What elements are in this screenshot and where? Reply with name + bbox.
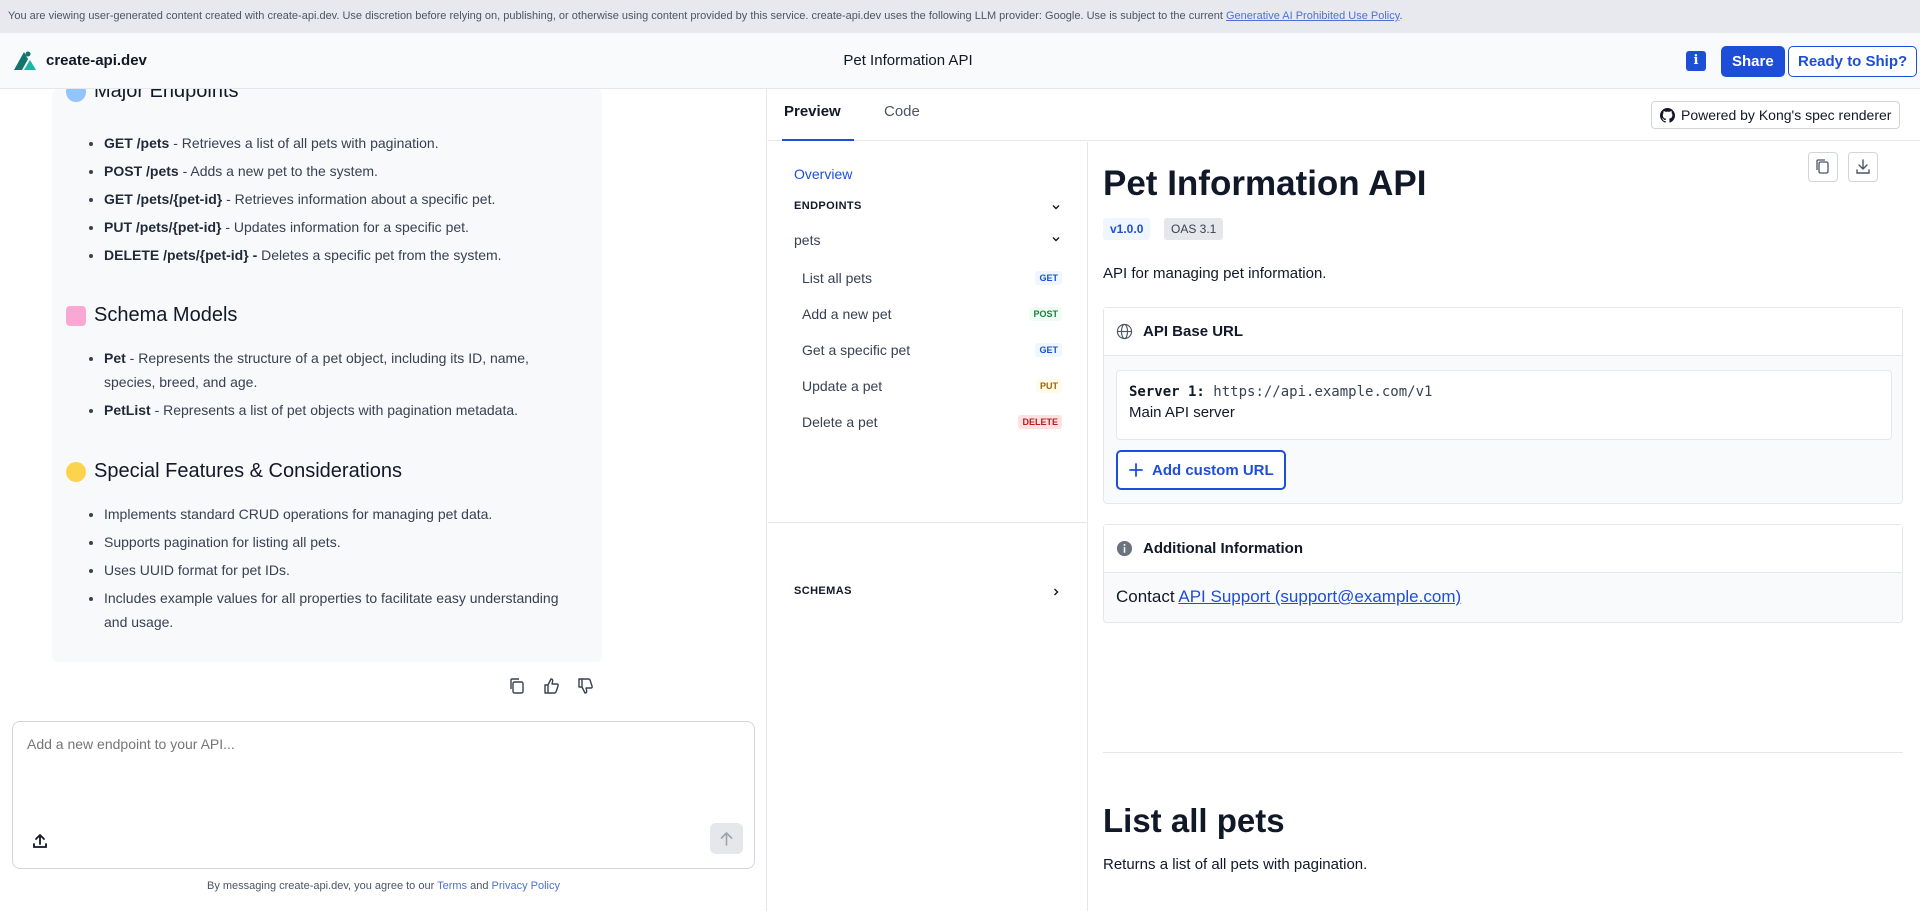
server-entry[interactable]: Server 1: https://api.example.com/v1 Mai…	[1116, 370, 1892, 440]
chat-panel: Major Endpoints GET /pets - Retrieves a …	[0, 89, 767, 911]
plus-icon	[1129, 463, 1143, 477]
card-header: API Base URL	[1104, 308, 1902, 356]
terms-link[interactable]: Terms	[437, 880, 467, 892]
card-header: Additional Information	[1104, 525, 1902, 573]
notice-end: .	[1399, 10, 1403, 22]
feedback-icon[interactable]: i	[1686, 51, 1706, 71]
list-item: PetList - Represents a list of pet objec…	[104, 398, 574, 422]
sidebar-item-list-all-pets[interactable]: List all pets GET	[802, 270, 1062, 286]
download-spec-button[interactable]	[1848, 152, 1878, 182]
share-button[interactable]: Share	[1721, 46, 1785, 77]
sidebar-item-update-pet[interactable]: Update a pet PUT	[802, 378, 1062, 394]
message-composer	[12, 721, 755, 869]
feature-list: Implements standard CRUD operations for …	[104, 502, 574, 638]
upload-icon[interactable]	[31, 832, 49, 850]
list-item: POST /pets - Adds a new pet to the syste…	[104, 159, 574, 183]
globe-icon	[66, 89, 86, 102]
thumbs-up-icon[interactable]	[542, 677, 560, 695]
copy-spec-button[interactable]	[1808, 152, 1838, 182]
sidebar-section-schemas[interactable]: SCHEMAS	[794, 585, 1062, 597]
message-actions	[508, 677, 594, 695]
preview-panel: Preview Code Powered by Kong's spec rend…	[768, 89, 1920, 911]
chevron-right-icon	[1054, 588, 1059, 596]
spec-content: Pet Information API v1.0.0 OAS 3.1 API f…	[1103, 142, 1920, 911]
list-item: Implements standard CRUD operations for …	[104, 502, 574, 526]
robot-icon	[66, 305, 86, 326]
list-item: GET /pets - Retrieves a list of all pets…	[104, 131, 574, 155]
sidebar-section-endpoints[interactable]: ENDPOINTS	[794, 200, 1062, 212]
sidebar-divider	[768, 522, 1088, 523]
app-header: create-api.dev Pet Information API i Sha…	[0, 33, 1920, 89]
ready-to-ship-button[interactable]: Ready to Ship?	[1788, 46, 1918, 77]
method-badge: DELETE	[1018, 415, 1062, 429]
globe-icon	[1116, 323, 1133, 340]
sidebar-item-get-pet[interactable]: Get a specific pet GET	[802, 342, 1062, 358]
project-title: Pet Information API	[843, 52, 973, 69]
contact-line: Contact API Support (support@example.com…	[1116, 587, 1462, 606]
oas-badge: OAS 3.1	[1164, 218, 1224, 240]
base-url-card: API Base URL Server 1: https://api.examp…	[1103, 307, 1903, 504]
api-title: Pet Information API	[1103, 164, 1427, 203]
list-item: Uses UUID format for pet IDs.	[104, 558, 574, 582]
list-item: Includes example values for all properti…	[104, 586, 574, 634]
github-icon	[1660, 107, 1675, 123]
tab-preview[interactable]: Preview	[782, 103, 854, 141]
method-badge: GET	[1035, 271, 1062, 285]
version-badge: v1.0.0	[1103, 218, 1151, 240]
message-input[interactable]	[27, 736, 727, 752]
chevron-down-icon	[1052, 205, 1060, 210]
list-item: DELETE /pets/{pet-id} - Deletes a specif…	[104, 243, 574, 267]
copy-icon	[1816, 159, 1829, 174]
list-item: PUT /pets/{pet-id} - Updates information…	[104, 215, 574, 239]
prohibited-use-policy-link[interactable]: Generative AI Prohibited Use Policy	[1226, 10, 1399, 22]
list-item: Supports pagination for listing all pets…	[104, 530, 574, 554]
chevron-down-icon	[1052, 237, 1060, 242]
method-badge: GET	[1035, 343, 1062, 357]
copy-icon[interactable]	[508, 677, 526, 695]
send-button[interactable]	[710, 823, 743, 854]
arrow-up-icon	[720, 832, 733, 846]
download-icon	[1856, 159, 1870, 174]
tab-code[interactable]: Code	[884, 103, 920, 141]
assistant-message: Major Endpoints GET /pets - Retrieves a …	[52, 89, 602, 662]
section-title: Schema Models	[66, 304, 237, 327]
privacy-link[interactable]: Privacy Policy	[492, 880, 560, 892]
additional-info-card: Additional Information Contact API Suppo…	[1103, 524, 1903, 623]
kong-renderer-link[interactable]: Powered by Kong's spec renderer	[1651, 101, 1901, 129]
operation-description: Returns a list of all pets with paginati…	[1103, 856, 1368, 873]
thumbs-down-icon[interactable]	[576, 677, 594, 695]
tab-bar: Preview Code Powered by Kong's spec rend…	[768, 89, 1920, 141]
sparkles-icon	[66, 461, 86, 482]
sidebar-item-overview[interactable]: Overview	[794, 166, 852, 182]
notice-text: You are viewing user-generated content c…	[8, 10, 1226, 22]
sidebar-item-add-pet[interactable]: Add a new pet POST	[802, 306, 1062, 322]
server-description: Main API server	[1129, 404, 1235, 421]
section-title: Major Endpoints	[66, 89, 239, 103]
legal-text: By messaging create-api.dev, you agree t…	[206, 880, 560, 892]
add-custom-url-button[interactable]: Add custom URL	[1116, 450, 1286, 490]
method-badge: PUT	[1036, 379, 1062, 393]
api-description: API for managing pet information.	[1103, 265, 1327, 282]
server-line: Server 1: https://api.example.com/v1	[1129, 384, 1433, 400]
sidebar-group-pets[interactable]: pets	[794, 232, 1062, 248]
endpoint-list: GET /pets - Retrieves a list of all pets…	[104, 131, 574, 271]
info-icon	[1116, 540, 1133, 557]
sidebar-item-delete-pet[interactable]: Delete a pet DELETE	[802, 414, 1062, 430]
section-title: Special Features & Considerations	[66, 460, 402, 483]
operation-title: List all pets	[1103, 802, 1285, 839]
method-badge: POST	[1029, 307, 1062, 321]
notice-bar: You are viewing user-generated content c…	[0, 0, 1920, 33]
spec-sidebar: Overview ENDPOINTS pets List all pets GE…	[768, 142, 1088, 911]
list-item: GET /pets/{pet-id} - Retrieves informati…	[104, 187, 574, 211]
schema-list: Pet - Represents the structure of a pet …	[104, 346, 574, 426]
list-item: Pet - Represents the structure of a pet …	[104, 346, 574, 394]
section-divider	[1103, 752, 1903, 753]
contact-link[interactable]: API Support (support@example.com)	[1178, 587, 1461, 606]
